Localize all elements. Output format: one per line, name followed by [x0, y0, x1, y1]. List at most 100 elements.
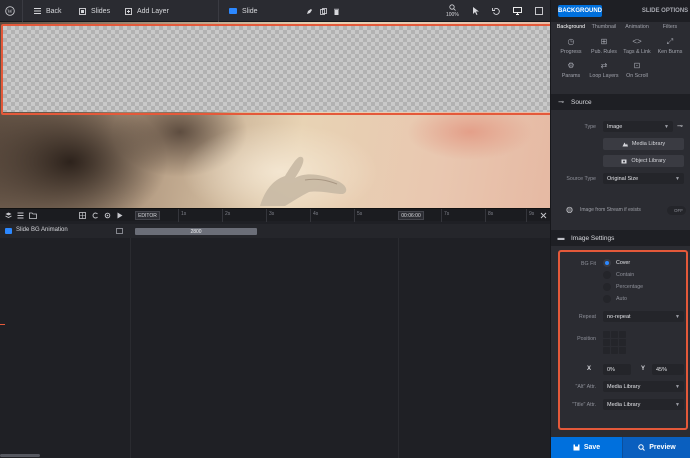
- save-icon: [573, 444, 580, 451]
- tick-label: 4s: [313, 211, 319, 217]
- slides-icon: [79, 7, 86, 15]
- tick-label: 1s: [181, 211, 187, 217]
- rules-icon: ⊞: [600, 37, 608, 46]
- duplicate-icon[interactable]: [320, 0, 332, 22]
- subtab-progress[interactable]: Progress: [554, 49, 588, 55]
- zoom-control[interactable]: 100%: [446, 0, 459, 22]
- type-value: Image: [607, 123, 623, 130]
- media-library-button[interactable]: Media Library: [603, 138, 684, 150]
- preview-label: Preview: [649, 444, 676, 451]
- settings-icon[interactable]: [104, 212, 111, 219]
- clock-icon: ◷: [567, 37, 575, 46]
- stream-label: Image from Stream if exists: [580, 207, 641, 213]
- subtab-pub-rules[interactable]: Pub. Rules: [587, 49, 621, 55]
- timeline-toolbar: EDITOR 1s 2s 3s 4s 5s 00:06:00 7s 8s 9s: [0, 208, 550, 222]
- folder-icon[interactable]: [29, 212, 37, 219]
- image-settings-header[interactable]: ▬ Image Settings: [551, 230, 690, 246]
- divider: [218, 0, 219, 22]
- svg-text:W: W: [7, 9, 13, 15]
- timeline-track: Slide BG Animation 2800: [0, 224, 550, 238]
- highlight-box: [558, 250, 688, 430]
- slide-icon: [229, 8, 237, 14]
- highlight-box: [1, 24, 550, 115]
- subtab-animation[interactable]: Animation: [620, 24, 654, 30]
- tab-slide-options[interactable]: SLIDE OPTIONS: [640, 5, 690, 17]
- source-type-select[interactable]: Original Size ▼: [603, 173, 684, 184]
- desktop-view-icon[interactable]: [513, 0, 527, 22]
- tick-label: 8s: [488, 211, 494, 217]
- source-section-header[interactable]: ⊸ Source: [551, 94, 690, 110]
- list-icon[interactable]: [17, 212, 24, 219]
- slide-track-icon: [5, 228, 12, 234]
- subtab-background[interactable]: Background: [554, 24, 588, 30]
- save-button[interactable]: Save: [551, 437, 622, 458]
- track-bar[interactable]: 2800: [135, 228, 257, 235]
- params-icon: ⚙: [567, 61, 575, 70]
- subtab-params[interactable]: Params: [554, 73, 588, 79]
- source-type-value: Original Size: [607, 175, 639, 182]
- undo-icon[interactable]: [492, 0, 505, 22]
- type-label: Type: [584, 124, 596, 130]
- loop-icon: ⇄: [600, 61, 608, 70]
- chevron-down-icon: ▼: [675, 176, 680, 182]
- link-icon[interactable]: ⊸: [677, 122, 683, 130]
- tick-label: 9s: [529, 211, 535, 217]
- slide-selector[interactable]: Slide: [229, 0, 258, 22]
- stream-toggle-label: OFF: [674, 208, 683, 213]
- media-icon: [622, 142, 628, 147]
- subtab-tags-link[interactable]: Tags & Link: [620, 49, 654, 55]
- slides-label: Slides: [91, 7, 111, 15]
- camera-icon: [621, 159, 627, 164]
- search-icon: [638, 444, 646, 451]
- track-label: Slide BG Animation: [16, 227, 68, 233]
- timeline-body: [0, 238, 550, 458]
- add-layer-button[interactable]: Add Layer: [125, 0, 169, 22]
- tick-label: 3s: [269, 211, 275, 217]
- grid-icon[interactable]: [79, 212, 86, 219]
- subtab-filters[interactable]: Filters: [653, 24, 687, 30]
- subtab-thumbnail[interactable]: Thumbnail: [587, 24, 621, 30]
- tick-label: 5s: [357, 211, 363, 217]
- edit-icon[interactable]: [306, 0, 318, 22]
- tick-label: 2s: [225, 211, 231, 217]
- loop-icon[interactable]: [92, 212, 99, 219]
- tab-background[interactable]: BACKGROUND: [558, 5, 602, 17]
- back-button[interactable]: Back: [34, 0, 62, 22]
- divider: [22, 0, 23, 22]
- options-panel: BACKGROUND SLIDE OPTIONS Background Thum…: [550, 0, 690, 458]
- media-library-label: Media Library: [631, 141, 666, 147]
- type-select[interactable]: Image ▼: [603, 121, 673, 132]
- stream-toggle[interactable]: OFF: [667, 206, 686, 215]
- subtab-loop-layers[interactable]: Loop Layers: [587, 73, 621, 79]
- subtab-ken-burns[interactable]: Ken Burns: [653, 49, 687, 55]
- slide-canvas[interactable]: [0, 22, 550, 208]
- zoom-label: 100%: [446, 12, 459, 18]
- time-input[interactable]: 00:06:00: [398, 211, 424, 220]
- preview-button[interactable]: Preview: [622, 437, 690, 458]
- save-label: Save: [583, 444, 601, 451]
- scroll-icon: ⊡: [633, 61, 641, 70]
- add-layer-label: Add Layer: [137, 7, 169, 15]
- slide-label: Slide: [242, 7, 258, 15]
- object-library-label: Object Library: [631, 158, 666, 164]
- image-settings-icon: ▬: [557, 234, 565, 242]
- play-icon[interactable]: [117, 212, 123, 219]
- layers-icon[interactable]: [5, 212, 12, 219]
- zoom-icon: [449, 4, 456, 11]
- horizontal-scrollbar[interactable]: [0, 454, 40, 457]
- back-label: Back: [46, 7, 62, 15]
- menu-icon: [34, 8, 41, 14]
- editor-tab[interactable]: EDITOR: [135, 211, 160, 220]
- source-type-label: Source Type: [566, 176, 596, 182]
- object-library-button[interactable]: Object Library: [603, 155, 684, 167]
- image-icon: [116, 228, 123, 234]
- delete-icon[interactable]: [333, 0, 345, 22]
- subtab-on-scroll[interactable]: On Scroll: [620, 73, 654, 79]
- slides-button[interactable]: Slides: [79, 0, 110, 22]
- close-icon[interactable]: [540, 212, 547, 219]
- slider-editor: W Back Slides Add Layer Slide 100% EDITO…: [0, 0, 690, 458]
- code-icon: <>: [632, 37, 642, 46]
- cursor-icon[interactable]: [472, 0, 484, 22]
- wordpress-logo-icon[interactable]: W: [5, 0, 20, 22]
- device-toggle-icon[interactable]: [535, 0, 548, 22]
